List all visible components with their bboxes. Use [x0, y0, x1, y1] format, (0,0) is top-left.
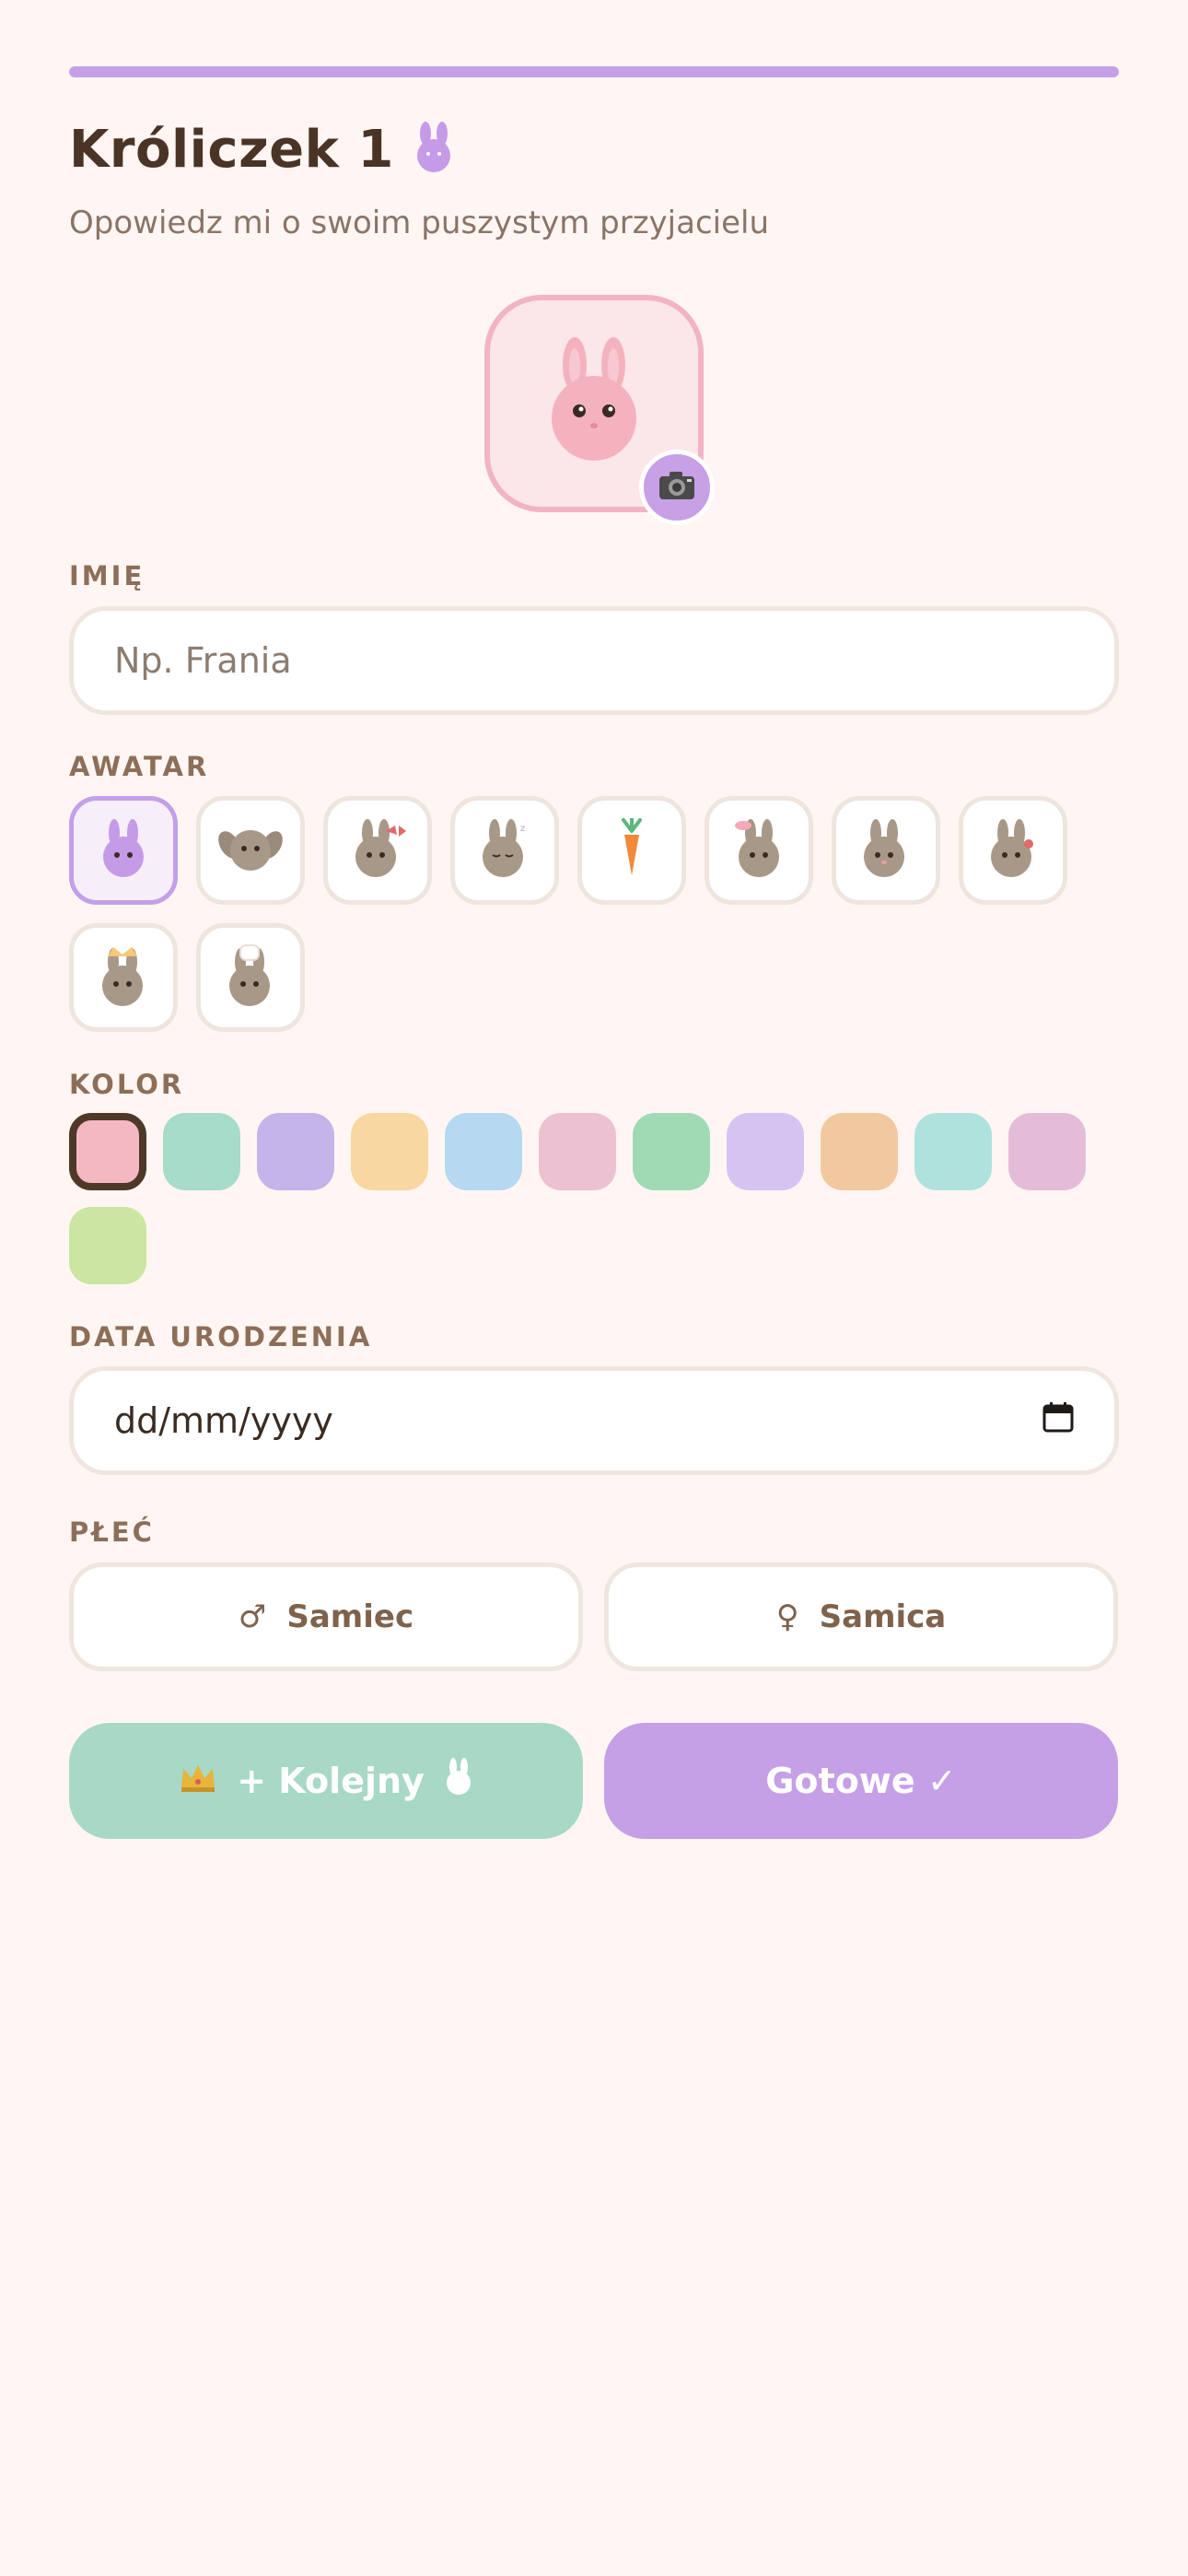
crown-icon: [180, 1761, 216, 1801]
color-swatch[interactable]: [1008, 1113, 1086, 1190]
color-swatch[interactable]: [69, 1207, 146, 1284]
bunny-with-heart-icon: [983, 818, 1043, 883]
gender-female-button[interactable]: ♀ Samica: [604, 1563, 1118, 1671]
bunny-with-chef-hat-icon: [220, 943, 281, 1012]
name-label: IMIĘ: [69, 560, 146, 591]
purple-bunny-icon: [96, 818, 151, 883]
add-another-button[interactable]: + Kolejny: [69, 1723, 583, 1839]
birth-date-input[interactable]: dd/mm/yyyy: [69, 1366, 1119, 1475]
sleepy-bunny-icon: z: [474, 818, 535, 883]
birth-date-label: DATA URODZENIA: [69, 1321, 373, 1352]
gender-female-label: Samica: [819, 1598, 947, 1635]
progress-bar: [69, 66, 1119, 77]
add-another-label: + Kolejny: [237, 1761, 425, 1801]
bunny-icon: [445, 1757, 472, 1805]
color-swatch[interactable]: [163, 1113, 240, 1190]
bunny-face-icon: [543, 337, 645, 470]
calendar-icon[interactable]: [1042, 1400, 1074, 1441]
bunny-with-flower-icon: [728, 818, 789, 883]
page-title: Króliczek 1: [69, 120, 394, 180]
avatar-option-flower-bunny[interactable]: [705, 796, 813, 905]
svg-text:z: z: [520, 824, 525, 834]
blushing-bunny-icon: [856, 818, 916, 883]
avatar-label: AWATAR: [69, 751, 210, 782]
color-swatch[interactable]: [351, 1113, 428, 1190]
avatar-option-lop-bunny[interactable]: [196, 796, 305, 905]
progress-fill: [69, 66, 1119, 77]
carrot-icon: [613, 817, 650, 883]
name-input[interactable]: Np. Frania: [69, 606, 1119, 715]
color-swatch[interactable]: [69, 1113, 146, 1190]
avatar-option-bow-bunny[interactable]: [323, 796, 432, 905]
color-swatch[interactable]: [633, 1113, 710, 1190]
gender-male-button[interactable]: ♂ Samiec: [69, 1563, 583, 1671]
avatar-option-purple-bunny[interactable]: [69, 796, 178, 905]
camera-icon: [658, 470, 696, 505]
change-photo-button[interactable]: [639, 450, 715, 525]
color-swatch[interactable]: [445, 1113, 522, 1190]
color-swatch[interactable]: [727, 1113, 804, 1190]
header: Króliczek 1: [69, 120, 455, 180]
color-label: KOLOR: [69, 1069, 185, 1100]
color-swatch[interactable]: [257, 1113, 334, 1190]
gender-label: PŁEĆ: [69, 1516, 155, 1548]
female-symbol-icon: ♀: [775, 1598, 799, 1635]
bunny-icon: [413, 121, 455, 180]
avatar-option-carrot[interactable]: [577, 796, 686, 905]
lop-bunny-icon: [218, 823, 283, 878]
page-subtitle: Opowiedz mi o swoim puszystym przyjaciel…: [69, 205, 770, 241]
done-label: Gotowe ✓: [765, 1761, 957, 1801]
color-swatch[interactable]: [539, 1113, 616, 1190]
avatar-option-heart-bunny[interactable]: [959, 796, 1067, 905]
avatar-option-crown-bunny[interactable]: [69, 923, 178, 1032]
color-swatch[interactable]: [821, 1113, 898, 1190]
avatar-option-chef-bunny[interactable]: [196, 923, 305, 1032]
color-swatch[interactable]: [914, 1113, 992, 1190]
birth-date-value: dd/mm/yyyy: [114, 1400, 333, 1441]
bunny-with-crown-icon: [93, 943, 154, 1012]
name-placeholder: Np. Frania: [114, 640, 292, 681]
done-button[interactable]: Gotowe ✓: [604, 1723, 1118, 1839]
avatar-option-blushing-bunny[interactable]: [832, 796, 940, 905]
bunny-with-bow-icon: [347, 818, 408, 883]
gender-male-label: Samiec: [286, 1598, 414, 1635]
male-symbol-icon: ♂: [238, 1598, 267, 1635]
avatar-option-sleepy-bunny[interactable]: z: [450, 796, 559, 905]
